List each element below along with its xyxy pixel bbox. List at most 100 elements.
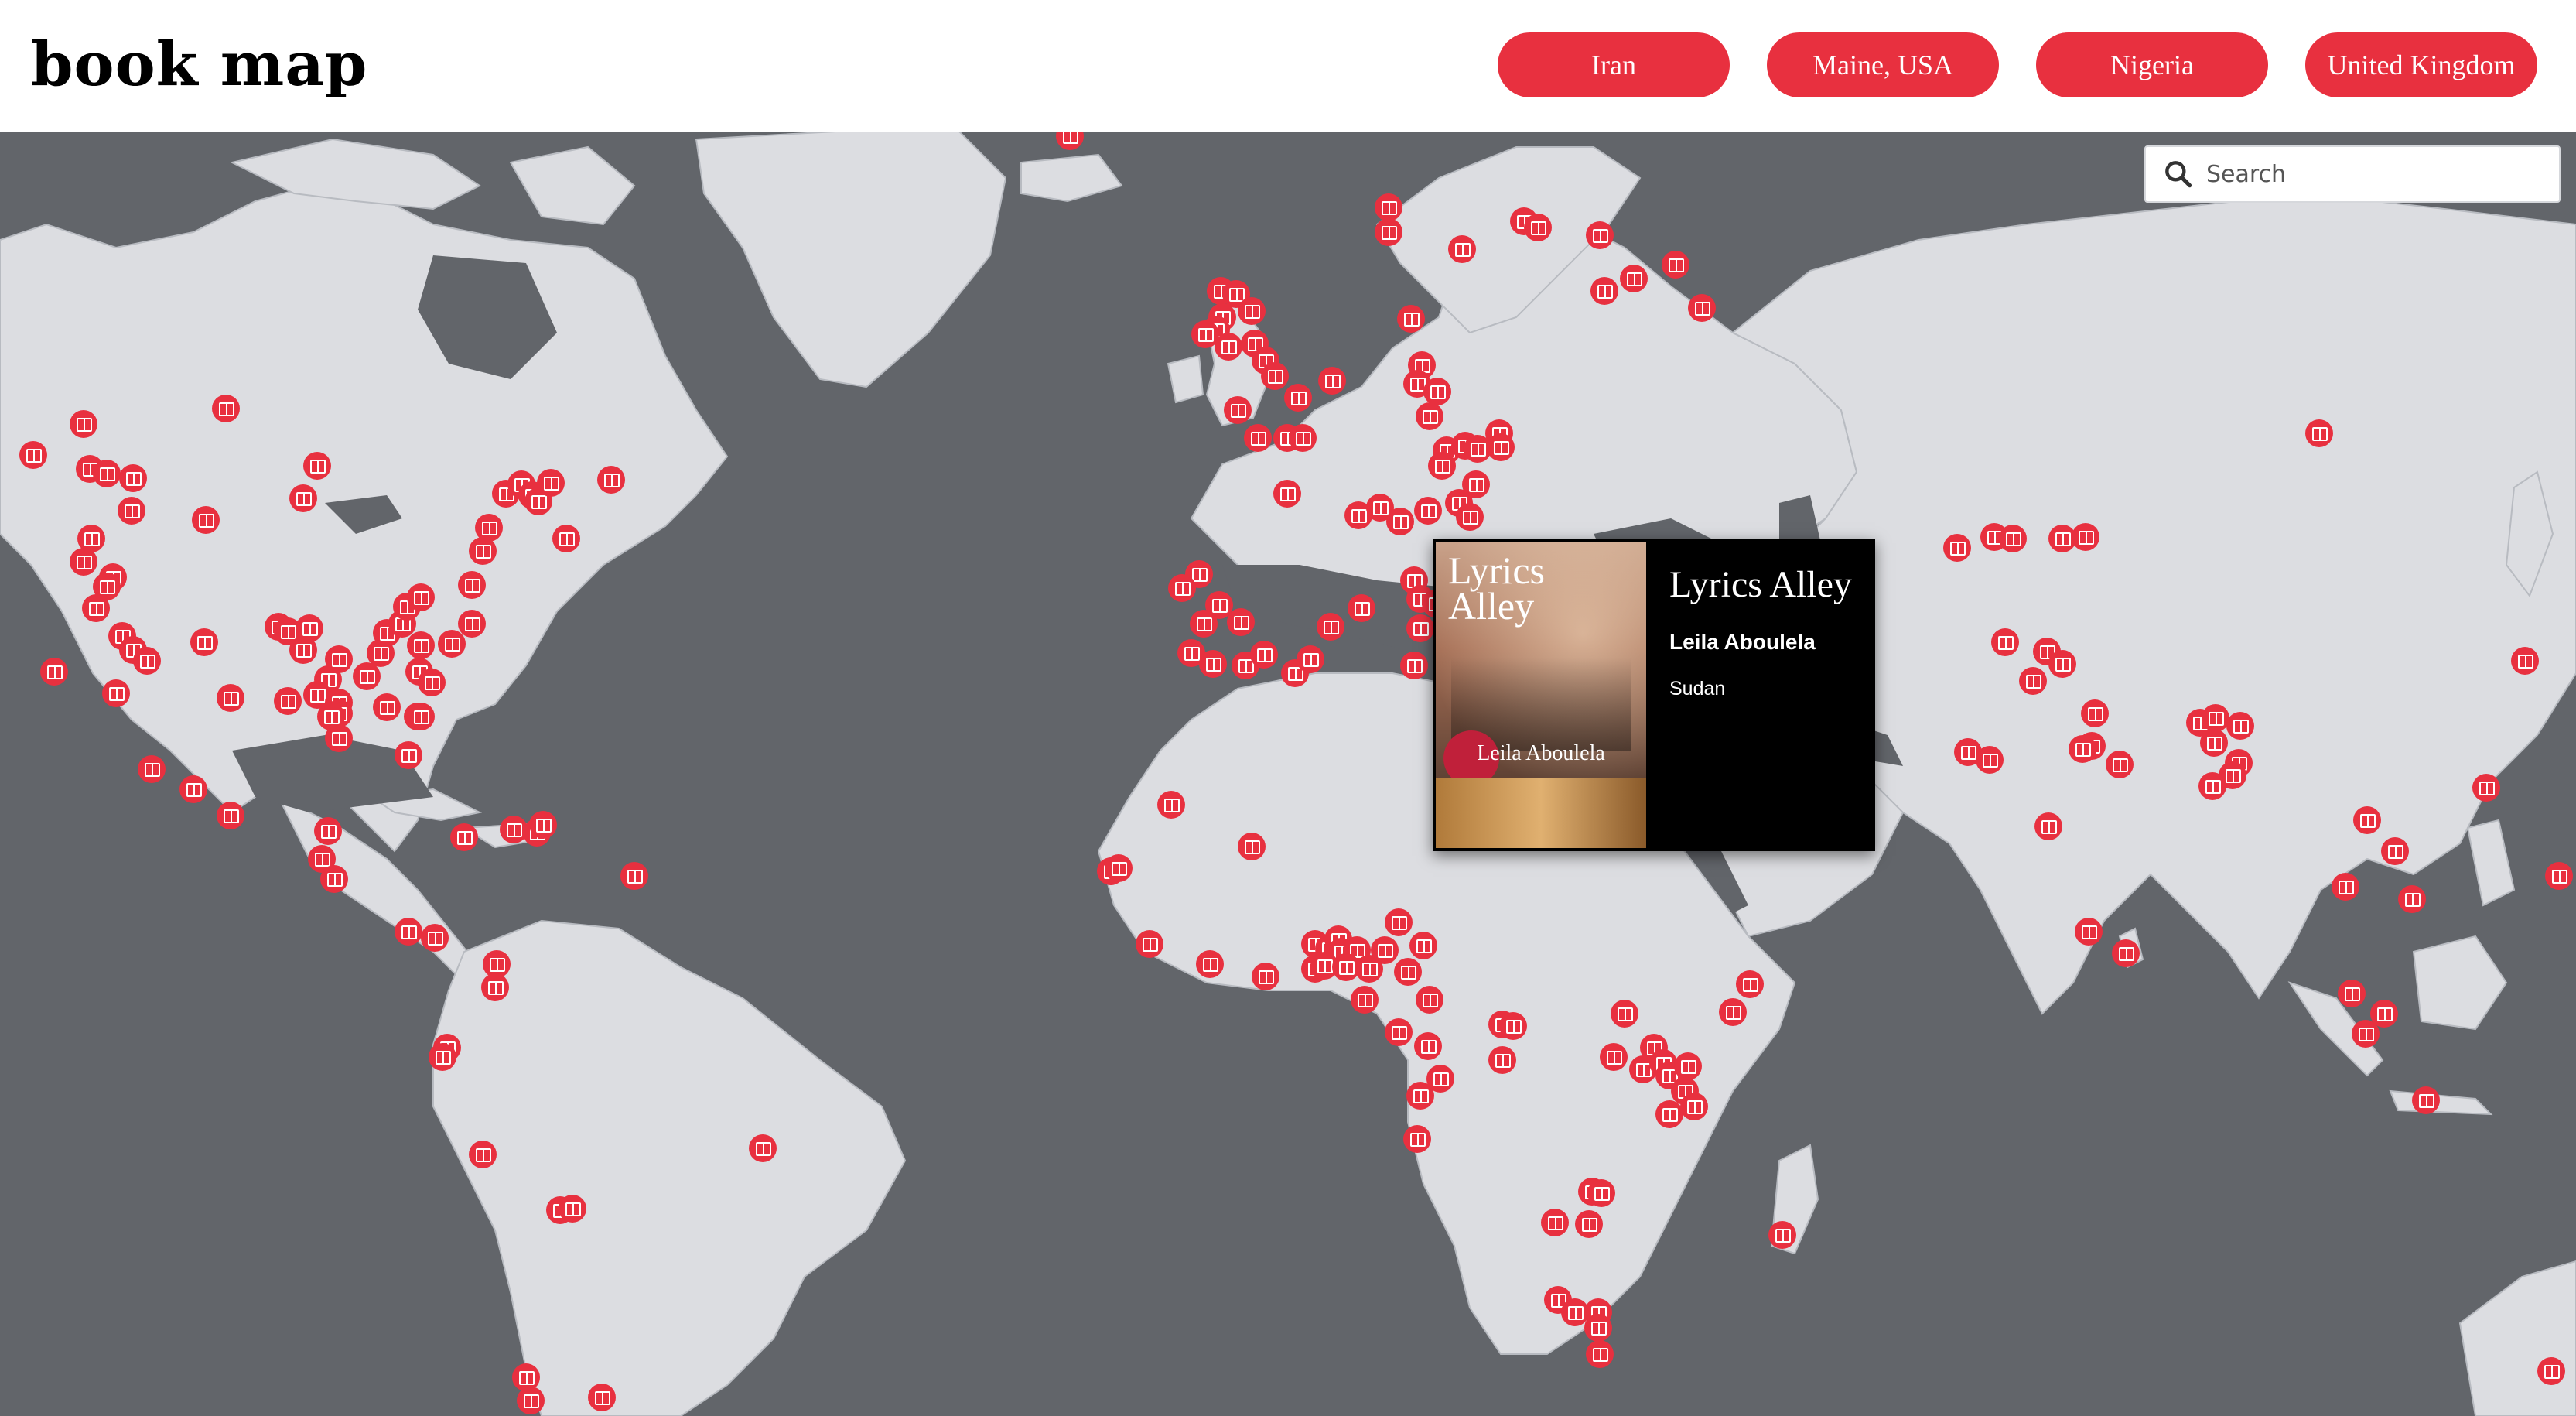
book-marker[interactable] xyxy=(2305,419,2333,447)
book-marker[interactable] xyxy=(2381,837,2409,865)
book-marker[interactable] xyxy=(1575,1210,1603,1238)
book-marker[interactable] xyxy=(217,684,244,712)
book-marker[interactable] xyxy=(70,548,97,576)
book-marker[interactable] xyxy=(1227,608,1255,636)
book-marker[interactable] xyxy=(469,1141,497,1168)
book-marker[interactable] xyxy=(1385,1018,1413,1046)
book-marker[interactable] xyxy=(289,484,317,512)
book-marker[interactable] xyxy=(2332,873,2359,901)
filter-button-maine-usa[interactable]: Maine, USA xyxy=(1767,32,1999,97)
book-marker[interactable] xyxy=(70,410,97,438)
book-marker[interactable] xyxy=(2352,1020,2380,1048)
book-marker[interactable] xyxy=(133,647,161,675)
book-marker[interactable] xyxy=(407,583,435,611)
book-marker[interactable] xyxy=(2226,712,2254,740)
book-marker[interactable] xyxy=(2069,735,2096,763)
book-marker[interactable] xyxy=(597,466,625,494)
book-marker[interactable] xyxy=(289,636,317,664)
book-marker[interactable] xyxy=(325,645,353,673)
book-marker[interactable] xyxy=(1168,574,1196,602)
book-marker[interactable] xyxy=(82,594,110,622)
book-marker[interactable] xyxy=(325,724,353,752)
book-marker[interactable] xyxy=(1414,497,1442,525)
book-marker[interactable] xyxy=(1317,613,1344,641)
book-cover[interactable]: Lyrics Alley Leila Aboulela xyxy=(1436,542,1646,848)
book-marker[interactable] xyxy=(1991,628,2019,656)
book-marker[interactable] xyxy=(1736,970,1764,998)
book-marker[interactable] xyxy=(1524,214,1552,241)
book-marker[interactable] xyxy=(1426,1065,1454,1093)
book-marker[interactable] xyxy=(1541,1209,1569,1236)
book-marker[interactable] xyxy=(1196,950,1224,978)
book-marker[interactable] xyxy=(1416,402,1443,430)
book-marker[interactable] xyxy=(1224,396,1252,424)
book-marker[interactable] xyxy=(1587,1179,1615,1207)
world-map[interactable] xyxy=(0,132,2576,1416)
book-marker[interactable] xyxy=(274,687,302,715)
book-marker[interactable] xyxy=(1351,986,1379,1014)
book-marker[interactable] xyxy=(1157,791,1185,819)
book-marker[interactable] xyxy=(1719,998,1747,1026)
book-marker[interactable] xyxy=(1688,294,1716,322)
book-marker[interactable] xyxy=(1406,614,1434,642)
book-marker[interactable] xyxy=(395,918,422,946)
book-marker[interactable] xyxy=(588,1384,616,1411)
book-marker[interactable] xyxy=(438,630,466,658)
book-marker[interactable] xyxy=(2075,918,2103,946)
book-marker[interactable] xyxy=(1428,452,1456,480)
book-marker[interactable] xyxy=(517,1387,545,1414)
book-marker[interactable] xyxy=(118,497,145,525)
book-marker[interactable] xyxy=(1371,936,1399,964)
book-marker[interactable] xyxy=(1403,1125,1431,1153)
book-marker[interactable] xyxy=(537,469,565,497)
book-marker[interactable] xyxy=(1375,193,1402,221)
book-marker[interactable] xyxy=(1423,378,1451,405)
book-marker[interactable] xyxy=(320,865,348,893)
book-marker[interactable] xyxy=(749,1134,777,1162)
book-marker[interactable] xyxy=(2338,980,2366,1007)
book-marker[interactable] xyxy=(1584,1314,1612,1342)
book-marker[interactable] xyxy=(1244,424,1272,452)
book-marker[interactable] xyxy=(2353,806,2381,834)
book-marker[interactable] xyxy=(2511,647,2539,675)
app-title[interactable]: book map xyxy=(31,26,367,104)
book-marker[interactable] xyxy=(19,441,47,469)
book-marker[interactable] xyxy=(2081,699,2109,727)
book-marker[interactable] xyxy=(1590,277,1618,305)
book-marker[interactable] xyxy=(1394,958,1422,986)
book-marker[interactable] xyxy=(1385,908,1413,936)
book-marker[interactable] xyxy=(2412,1086,2440,1114)
book-marker[interactable] xyxy=(552,525,580,552)
book-marker[interactable] xyxy=(179,775,207,803)
book-marker[interactable] xyxy=(2198,772,2226,800)
book-marker[interactable] xyxy=(458,571,486,599)
book-marker[interactable] xyxy=(2019,667,2047,695)
book-marker[interactable] xyxy=(192,506,220,534)
book-marker[interactable] xyxy=(395,741,422,769)
book-marker[interactable] xyxy=(1499,1012,1527,1040)
book-marker[interactable] xyxy=(119,464,147,492)
book-marker[interactable] xyxy=(1238,833,1266,860)
book-marker[interactable] xyxy=(190,628,218,656)
book-marker[interactable] xyxy=(1136,930,1163,958)
book-marker[interactable] xyxy=(1273,480,1301,508)
filter-button-iran[interactable]: Iran xyxy=(1498,32,1730,97)
book-marker[interactable] xyxy=(2072,523,2099,551)
book-marker[interactable] xyxy=(481,973,509,1001)
book-marker[interactable] xyxy=(2545,862,2573,890)
book-marker[interactable] xyxy=(314,817,342,845)
book-marker[interactable] xyxy=(1190,610,1218,638)
book-marker[interactable] xyxy=(1105,854,1133,882)
search-input[interactable] xyxy=(2205,159,2533,189)
book-marker[interactable] xyxy=(1261,362,1289,390)
book-marker[interactable] xyxy=(407,631,435,659)
book-marker[interactable] xyxy=(1289,424,1317,452)
book-marker[interactable] xyxy=(1680,1093,1708,1120)
book-marker[interactable] xyxy=(102,679,130,707)
book-marker[interactable] xyxy=(1448,235,1476,263)
book-marker[interactable] xyxy=(529,811,557,839)
book-marker[interactable] xyxy=(2112,939,2140,967)
book-marker[interactable] xyxy=(2537,1357,2565,1385)
book-marker[interactable] xyxy=(303,452,331,480)
book-marker[interactable] xyxy=(458,610,486,638)
